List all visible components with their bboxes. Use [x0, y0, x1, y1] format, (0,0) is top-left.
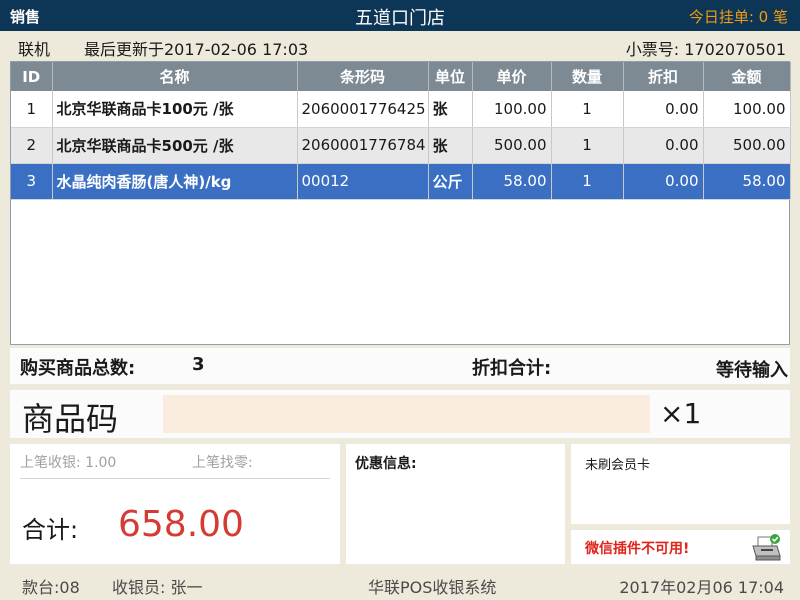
promotion-label: 优惠信息: — [355, 456, 417, 472]
cell-discount: 0.00 — [623, 127, 704, 164]
cell-barcode: 00012 — [297, 163, 429, 200]
printer-icon[interactable] — [750, 534, 782, 562]
barcode-input[interactable] — [163, 395, 650, 433]
total-items-value: 3 — [192, 354, 205, 375]
last-payment: 上笔收银: 1.00 — [20, 455, 117, 471]
member-panel[interactable]: 未刷会员卡 — [571, 444, 790, 524]
barcode-label: 商品码 — [22, 400, 119, 438]
ticket-number-label: 小票号: — [625, 40, 680, 59]
cart-table: ID 名称 条形码 单位 单价 数量 折扣 金额 1 北京华联商品卡100元 /… — [11, 62, 791, 200]
table-row[interactable]: 2 北京华联商品卡500元 /张 2060001776784 张 500.00 … — [11, 127, 791, 164]
member-card-status: 未刷会员卡 — [585, 458, 651, 473]
cart-table-container: ID 名称 条形码 单位 单价 数量 折扣 金额 1 北京华联商品卡100元 /… — [10, 61, 791, 345]
system-name: 华联POS收银系统 — [368, 578, 497, 597]
title-bar: 销售 五道口门店 今日挂单: 0 笔 — [0, 0, 800, 31]
quantity-multiplier: ×1 — [660, 397, 702, 430]
wechat-plugin-status: 微信插件不可用! — [585, 541, 690, 557]
cell-id: 1 — [11, 91, 53, 128]
cashier-name: 收银员: 张一 — [112, 578, 203, 597]
footer-bar: 款台:08 收银员: 张一 华联POS收银系统 2017年02月06 17:04 — [0, 568, 800, 600]
column-header-discount[interactable]: 折扣 — [623, 62, 704, 91]
cell-id: 2 — [11, 127, 53, 164]
discount-total-label: 折扣合计: — [472, 358, 552, 379]
table-row[interactable]: 1 北京华联商品卡100元 /张 2060001776425 张 100.00 … — [11, 91, 791, 128]
cell-quantity: 1 — [551, 91, 624, 128]
cell-discount: 0.00 — [623, 91, 704, 128]
held-orders-count: 0 — [758, 8, 769, 26]
cell-name: 北京华联商品卡500元 /张 — [52, 127, 298, 164]
cell-name: 水晶纯肉香肠(唐人神)/kg — [52, 163, 298, 200]
column-header-name[interactable]: 名称 — [52, 62, 298, 91]
ticket-number-value: 1702070501 — [684, 40, 786, 59]
cell-discount: 0.00 — [623, 163, 704, 200]
column-header-price[interactable]: 单价 — [472, 62, 552, 91]
cell-unit: 张 — [428, 91, 473, 128]
column-header-id[interactable]: ID — [11, 62, 53, 91]
discount-total-value: 等待输入 — [716, 360, 788, 381]
cell-amount: 58.00 — [703, 163, 791, 200]
barcode-entry-bar: 商品码 ×1 — [10, 390, 790, 438]
cell-amount: 500.00 — [703, 127, 791, 164]
cell-barcode: 2060001776425 — [297, 91, 429, 128]
cell-quantity: 1 — [551, 163, 624, 200]
ticket-number: 小票号: 1702070501 — [626, 36, 786, 60]
wechat-plugin-panel: 微信插件不可用! — [571, 530, 790, 564]
total-label: 合计: — [22, 516, 79, 544]
divider — [20, 478, 330, 479]
cell-amount: 100.00 — [703, 91, 791, 128]
promotion-panel: 优惠信息: — [346, 444, 565, 564]
last-change: 上笔找零: — [192, 455, 253, 471]
status-bar: 联机 最后更新于2017-02-06 17:03 小票号: 1702070501 — [0, 31, 800, 61]
last-update-time: 最后更新于2017-02-06 17:03 — [84, 40, 309, 59]
column-header-barcode[interactable]: 条形码 — [297, 62, 429, 91]
register-number: 款台:08 — [22, 578, 80, 597]
cell-price: 58.00 — [472, 163, 552, 200]
cell-unit: 公斤 — [428, 163, 473, 200]
cell-id: 3 — [11, 163, 53, 200]
current-datetime: 2017年02月06 17:04 — [619, 578, 784, 597]
store-name: 五道口门店 — [355, 8, 445, 29]
connection-status: 联机 — [18, 40, 51, 59]
held-orders-unit: 笔 — [772, 8, 788, 26]
table-header-row: ID 名称 条形码 单位 单价 数量 折扣 金额 — [11, 62, 791, 91]
cell-price: 100.00 — [472, 91, 552, 128]
held-orders-label: 今日挂单: — [688, 8, 754, 26]
table-row-selected[interactable]: 3 水晶纯肉香肠(唐人神)/kg 00012 公斤 58.00 1 0.00 5… — [11, 163, 791, 200]
cell-quantity: 1 — [551, 127, 624, 164]
cell-unit: 张 — [428, 127, 473, 164]
held-orders-indicator[interactable]: 今日挂单: 0 笔 — [689, 6, 788, 27]
payment-panel: 上笔收银: 1.00 上笔找零: 合计: 658.00 — [10, 444, 340, 564]
total-items-label: 购买商品总数: — [20, 358, 136, 379]
cell-barcode: 2060001776784 — [297, 127, 429, 164]
column-header-quantity[interactable]: 数量 — [551, 62, 624, 91]
column-header-amount[interactable]: 金额 — [703, 62, 791, 91]
summary-bar: 购买商品总数: 3 折扣合计: 等待输入 — [10, 348, 790, 384]
cell-price: 500.00 — [472, 127, 552, 164]
total-amount: 658.00 — [118, 504, 244, 545]
cell-name: 北京华联商品卡100元 /张 — [52, 91, 298, 128]
column-header-unit[interactable]: 单位 — [428, 62, 473, 91]
